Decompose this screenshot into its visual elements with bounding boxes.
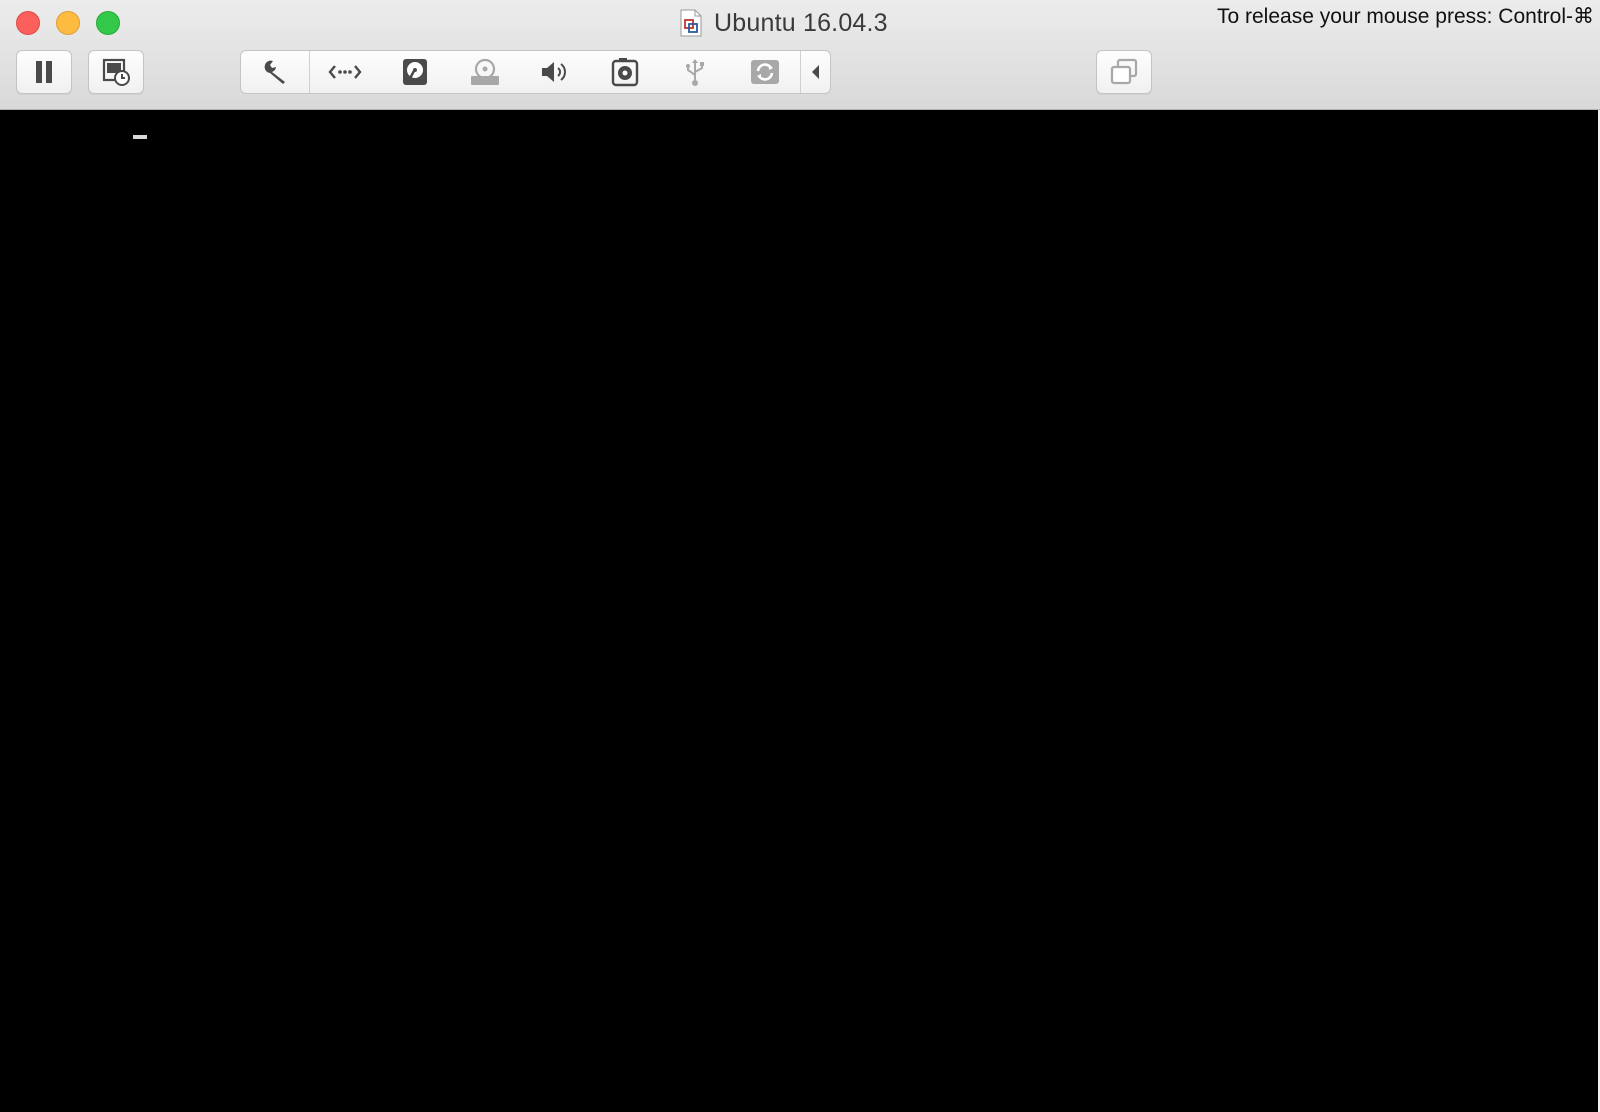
minimize-window-button[interactable] [56,11,80,35]
vm-document-icon [680,9,702,37]
snapshot-button[interactable] [88,50,144,94]
hard-disk-button[interactable] [380,51,450,93]
disc-icon [470,58,500,86]
usb-icon [683,57,707,87]
speaker-icon [540,59,570,85]
hard-disk-icon [402,58,428,86]
zoom-window-button[interactable] [96,11,120,35]
text-cursor [133,135,147,139]
vm-window: Ubuntu 16.04.3 To release your mouse pre… [0,0,1600,1112]
window-title: Ubuntu 16.04.3 [714,8,888,37]
usb-button[interactable] [660,51,730,93]
shared-folders-icon [750,58,780,86]
unity-button[interactable] [1096,50,1152,94]
close-window-button[interactable] [16,11,40,35]
vm-console-screen[interactable] [0,110,1600,1112]
snapshot-icon [102,58,130,86]
collapse-button[interactable] [800,51,828,93]
windows-stack-icon [1109,58,1139,86]
camera-icon [611,57,639,87]
title-bar: Ubuntu 16.04.3 To release your mouse pre… [0,0,1600,110]
mouse-release-hint: To release your mouse press: Control-⌘ [1217,5,1594,28]
network-icon [328,62,362,82]
chevron-left-icon [809,63,821,81]
camera-button[interactable] [590,51,660,93]
window-title-area: Ubuntu 16.04.3 [680,6,888,40]
sound-button[interactable] [520,51,590,93]
wrench-icon [261,58,289,86]
pause-button[interactable] [16,50,72,94]
settings-button[interactable] [241,51,310,93]
pause-icon [34,60,54,84]
shared-folders-button[interactable] [730,51,800,93]
device-toolbar [240,50,831,94]
cd-dvd-button[interactable] [450,51,520,93]
network-button[interactable] [310,51,380,93]
